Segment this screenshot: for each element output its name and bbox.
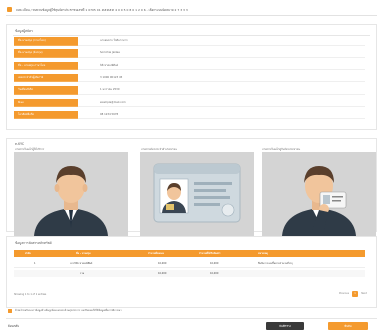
profile-row: ชื่อ-นามสกุล (ภาษาไทย) นายสมชาย ใจดีมากมา…	[14, 37, 365, 46]
profile-row: ชื่อ - นามสกุล ภาษาไทย นิติ ชาดมณีศิษย์	[14, 61, 365, 71]
profile-row: เลขประจำตัวผู้เสียภาษี 3 1006 00123 45	[14, 73, 365, 83]
consent-text: ข้าพเจ้าขอรับรองว่าข้อมูลข้างต้นถูกต้องแ…	[15, 309, 122, 312]
profile-row-value: นายสมชาย ใจดีมากมาก	[78, 37, 365, 46]
cell-name: นายวิชัย ชาดมณีศิษย์	[70, 262, 93, 265]
profile-row-label: ชื่อ-นามสกุล (อังกฤษ)	[14, 49, 78, 58]
document-icon	[7, 7, 12, 12]
idcard-photo[interactable]	[140, 152, 254, 236]
profile-row-value: 08 1234 5678	[78, 110, 365, 120]
profile-row-label: ชื่อ-นามสกุล (ภาษาไทย)	[14, 37, 78, 46]
table-info: Showing 1 to 1 of 1 entries	[14, 293, 47, 296]
cell-requested: 10,000	[158, 262, 167, 265]
profile-row-value: 3 1006 00123 45	[78, 73, 365, 83]
table-row[interactable]: 1 นายวิชัย ชาดมณีศิษย์ 10,000 10,000 ยืน…	[14, 260, 365, 268]
save-draft-button[interactable]: บันทึกร่าง	[266, 322, 304, 330]
profile-row-value: นิติ ชาดมณีศิษย์	[78, 61, 365, 71]
back-link[interactable]: ย้อนกลับ	[8, 324, 19, 329]
footer-divider	[6, 318, 377, 319]
top-bar: ลงทะเบียน / ทบทวนข้อมูลผู้ใช้ทุนบัตรประช…	[6, 6, 377, 16]
col-allocated: จำนวนที่ได้รับจัดสรร	[199, 252, 221, 255]
profile-row-value: 1 มกราคม 2530	[78, 86, 365, 95]
cell-note: ยืนยันการจองซื้อตามจำนวนที่ระบุ	[258, 262, 293, 265]
col-no: ลำดับ	[25, 252, 31, 255]
ekyc-section-title: e-KYC	[15, 142, 25, 146]
col-requested: จำนวนที่ขอจอง	[148, 252, 165, 255]
total-allocated: 10,000	[210, 272, 219, 275]
profile-row-label: วันเดือนปีเกิด	[14, 86, 78, 95]
profile-row-label: ชื่อ - นามสกุล ภาษาไทย	[14, 61, 78, 71]
consent-checkbox[interactable]	[8, 309, 12, 313]
cell-no: 1	[34, 262, 36, 265]
profile-row: ชื่อ-นามสกุล (อังกฤษ) Somchai Jaidee	[14, 49, 365, 58]
profile-row: อีเมล example@mail.com	[14, 98, 365, 108]
col-name: ชื่อ - นามสกุล	[76, 252, 91, 255]
profile-row-value: example@mail.com	[78, 98, 365, 108]
selfie-with-card-photo[interactable]	[262, 152, 376, 236]
profile-row-label: โทรศัพท์มือถือ	[14, 110, 78, 120]
profile-row: วันเดือนปีเกิด 1 มกราคม 2530	[14, 86, 365, 95]
face-photo[interactable]	[14, 152, 128, 236]
profile-row-label: อีเมล	[14, 98, 78, 108]
profile-row-label: เลขประจำตัวผู้เสียภาษี	[14, 73, 78, 83]
col-note: หมายเหตุ	[258, 252, 268, 255]
page-title: ลงทะเบียน / ทบทวนข้อมูลผู้ใช้ทุนบัตรประช…	[16, 8, 188, 12]
profile-row: โทรศัพท์มือถือ 08 1234 5678	[14, 110, 365, 120]
allocation-section-title: ข้อมูลการจัดสรรหลักทรัพย์	[15, 241, 52, 245]
table-total-row: รวม 10,000 10,000	[14, 270, 365, 277]
submit-button[interactable]: ยืนยัน	[328, 322, 368, 330]
cell-allocated: 10,000	[210, 262, 219, 265]
pager-page-1[interactable]: 1	[352, 291, 358, 297]
pager-next-button[interactable]: Next	[359, 291, 369, 297]
pager-prev-button[interactable]: Previous	[337, 291, 351, 297]
total-label: รวม	[80, 272, 85, 275]
profile-section-title: ข้อมูลผู้สมัคร	[15, 29, 33, 33]
total-requested: 10,000	[158, 272, 167, 275]
table-header: ลำดับ ชื่อ - นามสกุล จำนวนที่ขอจอง จำนวน…	[14, 250, 365, 257]
profile-row-value: Somchai Jaidee	[78, 49, 365, 58]
